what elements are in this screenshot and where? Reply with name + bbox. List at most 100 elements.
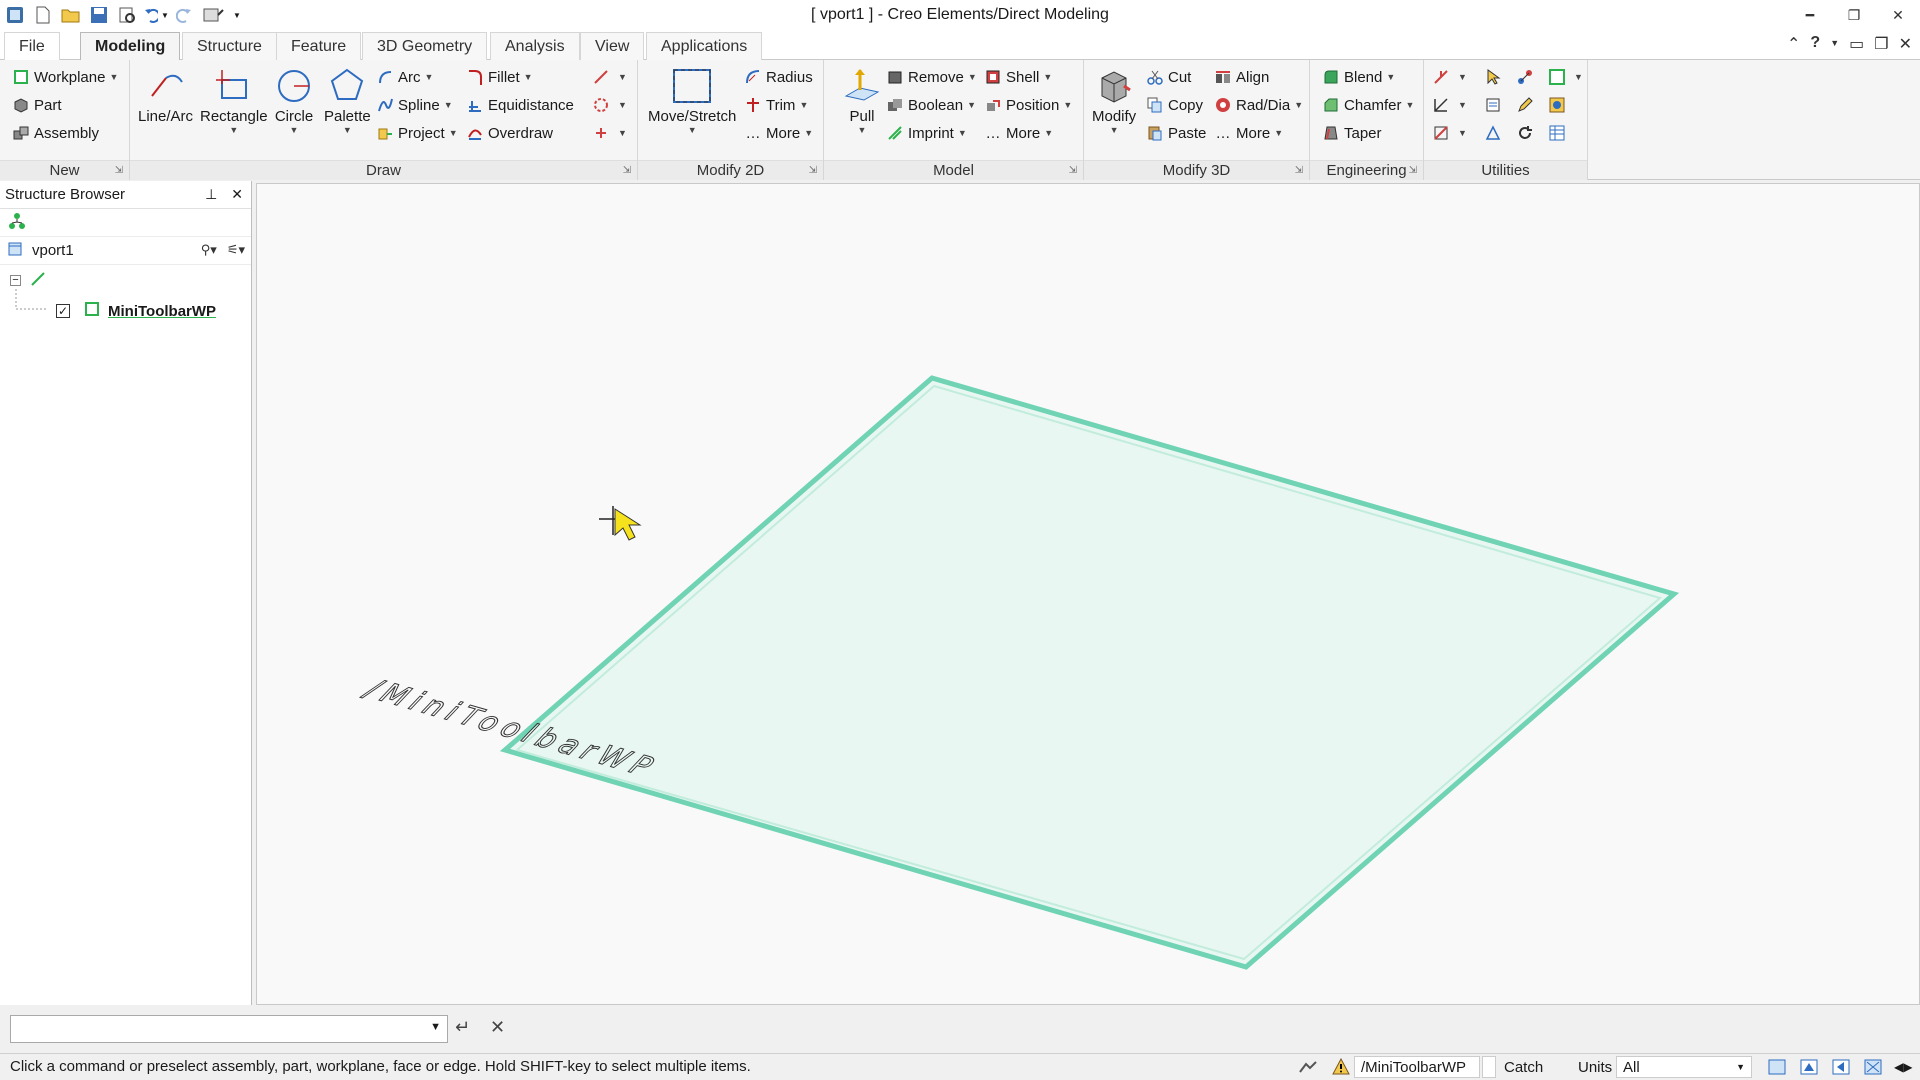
palette-button[interactable]: Palette ▼ [324,64,371,135]
workplane-border[interactable] [499,375,1680,970]
tab-structure[interactable]: Structure [182,32,277,60]
overdraw-button[interactable]: Overdraw [466,120,553,146]
workplane-button[interactable]: Workplane ▼ [12,64,118,90]
close-icon[interactable]: ✕ [1876,0,1920,30]
help-dropdown-icon[interactable]: ▼ [1830,34,1839,54]
tab-feature[interactable]: Feature [276,32,362,60]
rectangle-button[interactable]: Rectangle ▼ [200,64,268,135]
doc-close-icon[interactable]: ✕ [1899,34,1912,54]
collapse-ribbon-icon[interactable]: ⌃ [1787,34,1800,54]
position-button[interactable]: Position ▼ [984,92,1072,118]
active-workplane-field[interactable]: /MiniToolbarWP [1354,1056,1480,1078]
chevron-down-icon[interactable]: ▼ [430,1021,441,1033]
move-stretch-button[interactable]: Move/Stretch ▼ [648,64,736,135]
search-options-icon[interactable]: ⚲▾ [201,242,217,258]
boolean-button[interactable]: Boolean ▼ [886,92,976,118]
close-icon[interactable]: ✕ [231,186,243,203]
view-toggle-1-icon[interactable] [1762,1056,1792,1078]
view-toggle-3-icon[interactable] [1826,1056,1856,1078]
command-input[interactable]: ▼ [10,1015,448,1043]
cancel-icon[interactable]: ✕ [490,1017,505,1038]
collapse-node-icon[interactable]: − [10,275,21,286]
taper-button[interactable]: Taper [1322,120,1382,146]
spline-button[interactable]: Spline ▼ [376,92,453,118]
tab-applications[interactable]: Applications [646,32,763,60]
edit-tool[interactable] [1516,92,1538,118]
relations-tool[interactable] [1516,64,1538,90]
transform-tool[interactable] [1484,120,1506,146]
shell-button[interactable]: Shell ▼ [984,64,1052,90]
tab-modeling[interactable]: Modeling [80,32,181,61]
assembly-button[interactable]: Assembly [12,120,99,146]
display-mode-dropdown[interactable]: ▼ [1548,64,1583,90]
modify-button[interactable]: Modify ▼ [1092,64,1136,135]
blend-button[interactable]: Blend ▼ [1322,64,1395,90]
enter-icon[interactable]: ↵ [455,1017,470,1038]
tree-item-minitoolbarwp[interactable]: ✓ MiniToolbarWP [56,301,216,321]
pull-button[interactable]: Pull ▼ [840,64,884,135]
trim-button[interactable]: Trim ▼ [744,92,808,118]
minimize-icon[interactable]: ━ [1788,0,1832,30]
fillet-button[interactable]: Fillet ▼ [466,64,533,90]
tool-icon[interactable] [1292,1056,1324,1078]
measure-dropdown[interactable]: ▼ [1432,64,1467,90]
equidistance-button[interactable]: Equidistance [466,92,574,118]
dialog-launcher-icon[interactable]: ⇲ [1295,161,1303,181]
render-tool[interactable] [1548,92,1570,118]
more-model-button[interactable]: … More ▼ [984,120,1054,146]
paste-button[interactable]: Paste [1146,120,1206,146]
tab-file[interactable]: File [4,32,60,60]
dialog-launcher-icon[interactable]: ⇲ [1409,161,1417,181]
tab-3d-geometry[interactable]: 3D Geometry [362,32,488,60]
graphics-viewport[interactable]: /MiniToolbarWP [256,183,1920,1005]
align-button[interactable]: Align [1214,64,1269,90]
line-arc-button[interactable]: Line/Arc [138,64,193,125]
doc-restore-icon[interactable]: ❐ [1874,34,1888,54]
dialog-launcher-icon[interactable]: ⇲ [115,161,123,181]
pin-icon[interactable]: ⊥ [205,186,217,203]
dialog-launcher-icon[interactable]: ⇲ [623,161,631,181]
visibility-checkbox[interactable]: ✓ [56,304,70,318]
help-icon[interactable]: ? [1810,34,1820,54]
workplane-minitoolbarwp[interactable] [499,375,1680,970]
arc-button[interactable]: Arc ▼ [376,64,433,90]
tree-view-icon[interactable] [8,212,26,234]
dialog-launcher-icon[interactable]: ⇲ [809,161,817,181]
chamfer-button[interactable]: Chamfer ▼ [1322,92,1414,118]
copy-button[interactable]: Copy [1146,92,1203,118]
selection-filter-select[interactable]: All ▼ [1616,1056,1752,1078]
radius-button[interactable]: Radius [744,64,813,90]
doc-minimize-icon[interactable]: ▭ [1849,34,1864,54]
more-3d-button[interactable]: … More ▼ [1214,120,1284,146]
active-part-field[interactable] [1482,1056,1496,1078]
clip-dropdown[interactable]: ▼ [1432,120,1467,146]
restore-icon[interactable]: ❐ [1832,0,1876,30]
fit-view-icon[interactable] [1858,1056,1888,1078]
filter-icon[interactable]: ⚟▾ [227,242,245,258]
catch-button[interactable]: Catch [1498,1056,1549,1078]
dimension-dropdown[interactable]: ▼ [1432,92,1467,118]
line-style-dropdown[interactable]: ▼ [592,64,627,90]
viewport-canvas[interactable]: /MiniToolbarWP [257,184,1919,1004]
cut-button[interactable]: Cut [1146,64,1191,90]
rad-dia-button[interactable]: Rad/Dia ▼ [1214,92,1303,118]
units-button[interactable]: Units [1572,1056,1618,1078]
imprint-button[interactable]: Imprint ▼ [886,120,967,146]
view-toggle-2-icon[interactable] [1794,1056,1824,1078]
table-tool[interactable] [1548,120,1570,146]
part-button[interactable]: Part [12,92,62,118]
tab-view[interactable]: View [580,32,645,60]
refresh-tool[interactable] [1516,120,1538,146]
construction-circle-dropdown[interactable]: ▼ [592,92,627,118]
dialog-launcher-icon[interactable]: ⇲ [1069,161,1077,181]
more-2d-button[interactable]: … More ▼ [744,120,814,146]
circle-button[interactable]: Circle ▼ [272,64,316,135]
scroll-arrows-icon[interactable]: ◀▶ [1888,1056,1918,1078]
warning-icon[interactable] [1326,1056,1356,1078]
structure-root-row[interactable]: vport1 ⚲▾ ⚟▾ [0,237,251,265]
tab-analysis[interactable]: Analysis [490,32,580,60]
project-button[interactable]: Project ▼ [376,120,458,146]
select-tool[interactable] [1484,64,1506,90]
remove-button[interactable]: Remove ▼ [886,64,977,90]
properties-tool[interactable] [1484,92,1506,118]
